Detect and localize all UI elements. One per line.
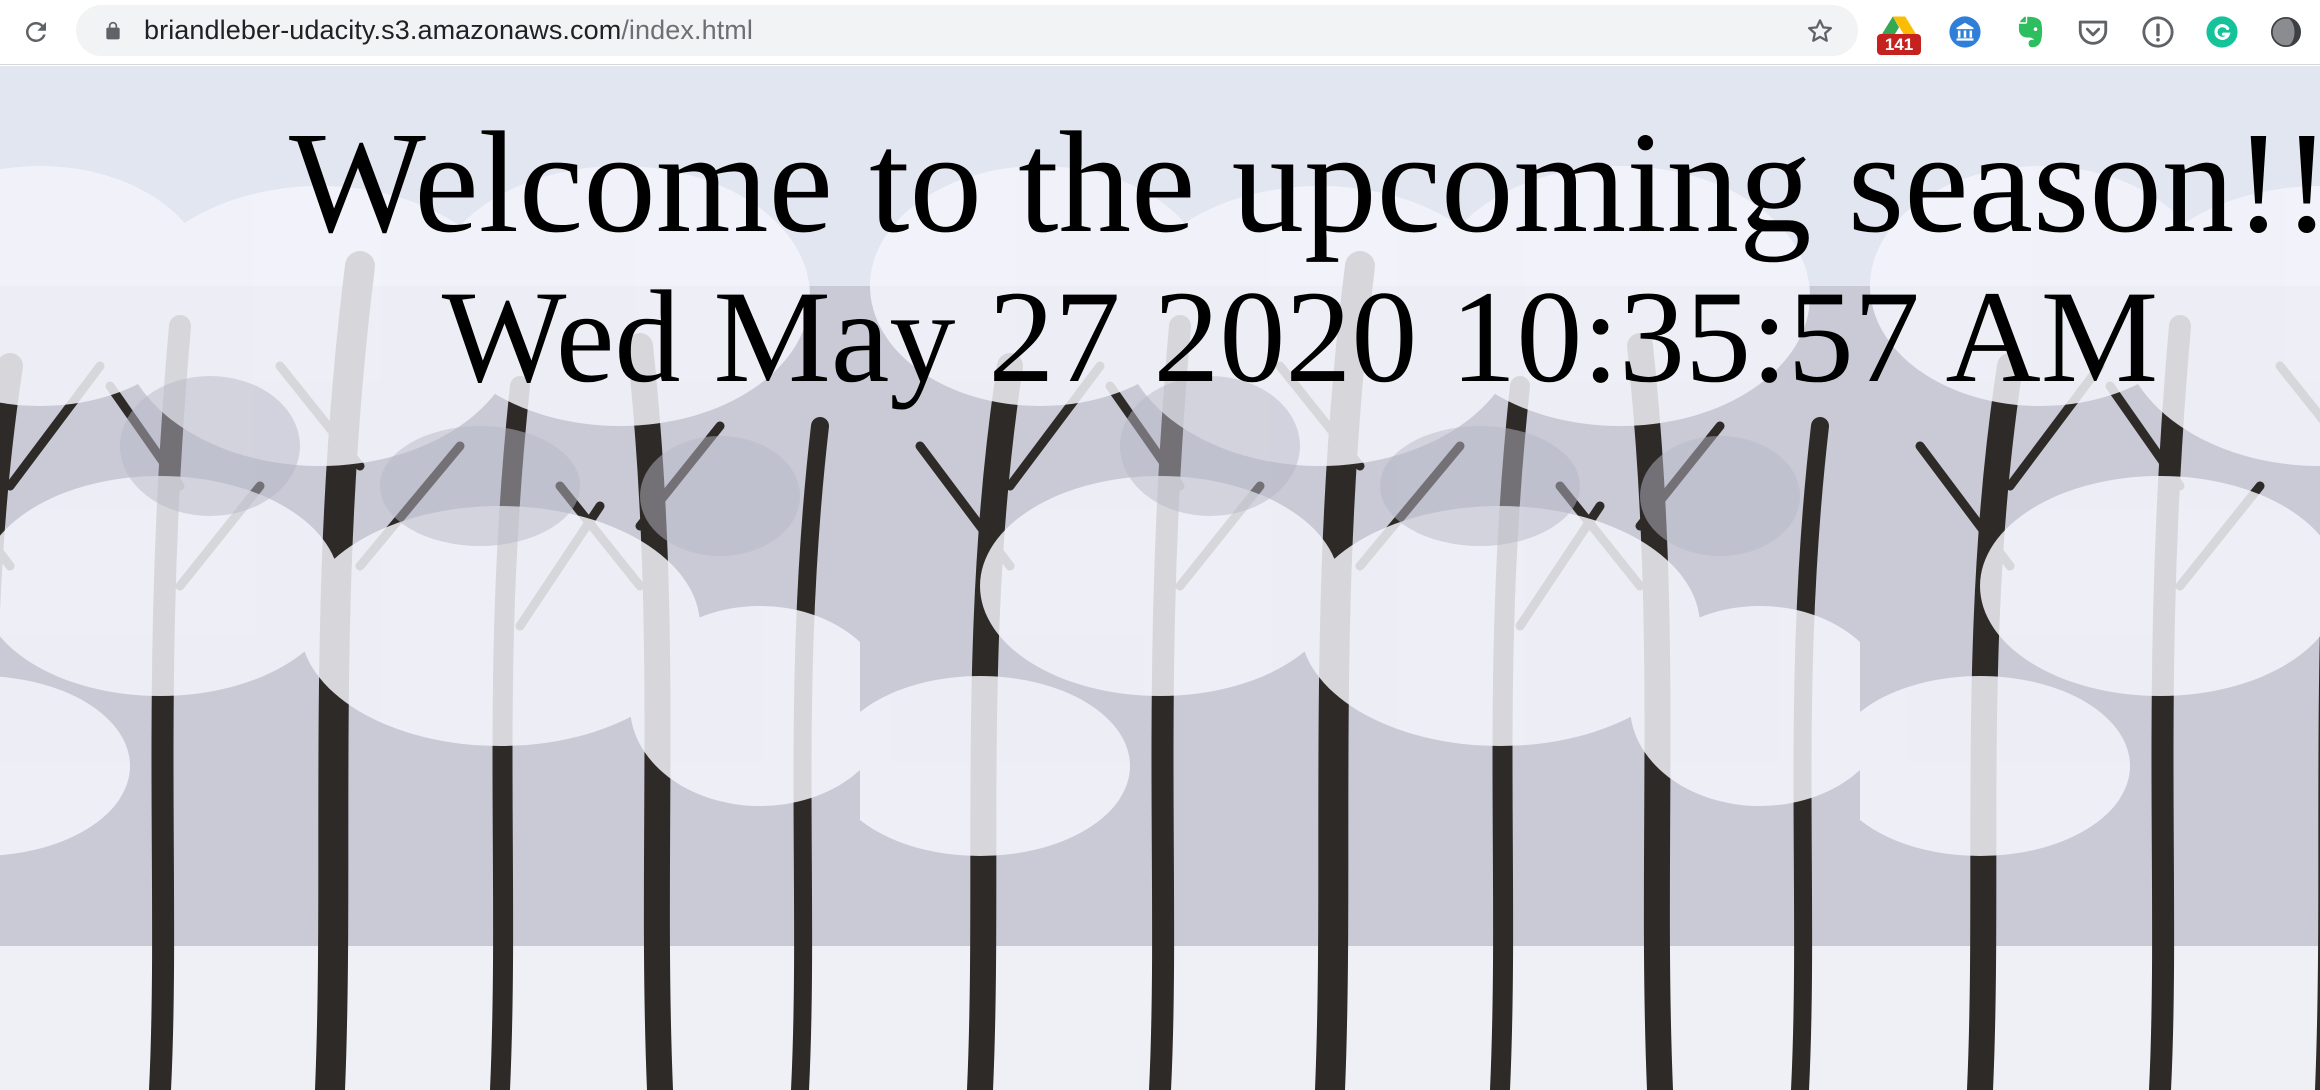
address-bar[interactable]: briandleber-udacity.s3.amazonaws.com/ind… [76, 5, 1858, 56]
pocket-icon [2078, 20, 2108, 45]
evernote-icon [2018, 16, 2043, 48]
bookmark-button[interactable] [1802, 13, 1838, 49]
grammarly-icon [2206, 16, 2238, 48]
extension-grammarly[interactable] [2200, 10, 2244, 54]
lock-icon[interactable] [103, 21, 123, 41]
extension-dark-mode[interactable] [2264, 10, 2308, 54]
star-icon [1808, 19, 1832, 42]
extension-bank[interactable] [1943, 10, 1987, 54]
welcome-heading: Welcome to the upcoming season!! [289, 103, 2320, 263]
url-path: /index.html [621, 15, 753, 45]
password-manager-icon [2142, 16, 2174, 48]
url-host: briandleber-udacity.s3.amazonaws.com [144, 15, 622, 45]
extension-pocket[interactable] [2071, 10, 2115, 54]
dark-mode-icon [2270, 16, 2302, 48]
browser-toolbar: briandleber-udacity.s3.amazonaws.com/ind… [0, 0, 2320, 65]
page-viewport: Welcome to the upcoming season!! Wed May… [0, 66, 2320, 1090]
url-text[interactable]: briandleber-udacity.s3.amazonaws.com/ind… [144, 5, 753, 56]
reload-icon [25, 21, 46, 42]
extension-badge: 141 [1877, 34, 1921, 55]
bank-icon [1949, 16, 1981, 48]
reload-button[interactable] [14, 10, 58, 54]
extension-password-manager[interactable] [2136, 10, 2180, 54]
extension-evernote[interactable] [2008, 10, 2052, 54]
current-datetime: Wed May 27 2020 10:35:57 AM [441, 263, 2159, 410]
